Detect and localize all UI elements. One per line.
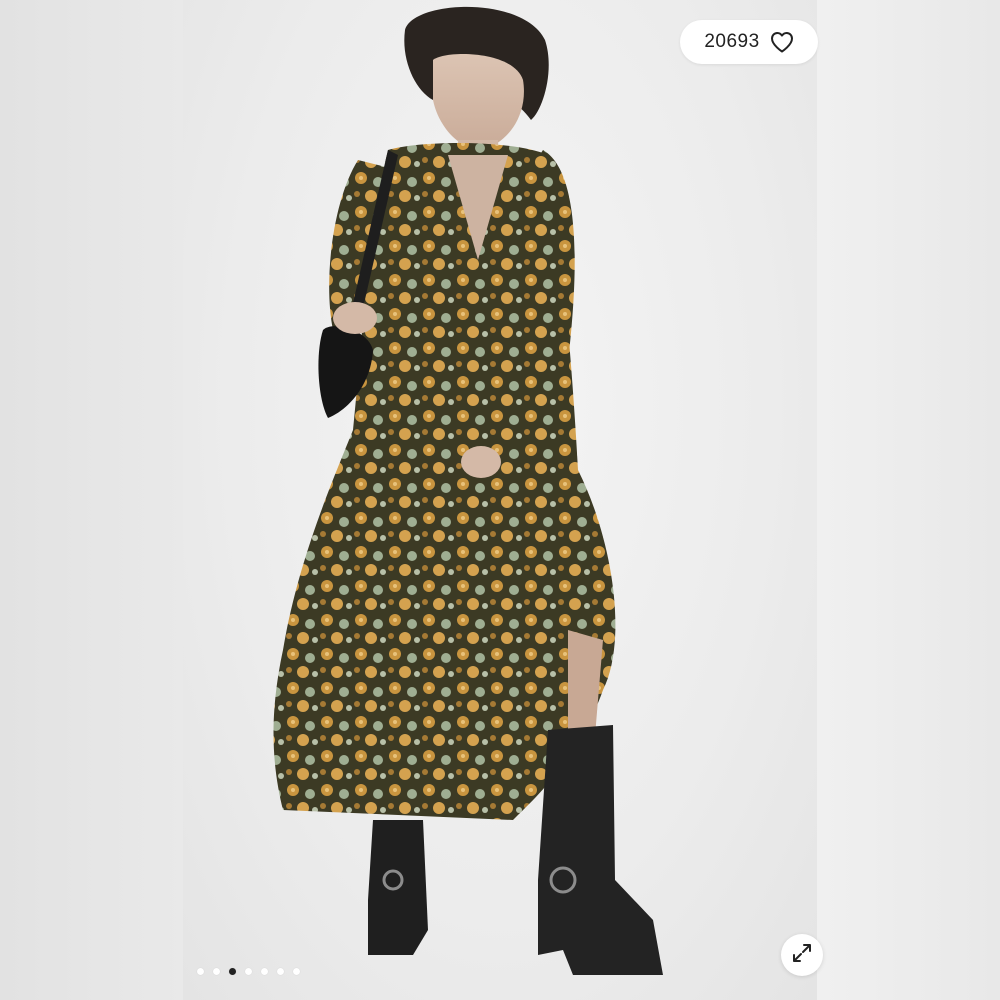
carousel-dot-1[interactable] — [197, 968, 204, 975]
likes-count: 20693 — [704, 31, 760, 52]
left-backdrop — [0, 0, 183, 1000]
carousel-dot-2[interactable] — [213, 968, 220, 975]
carousel-indicators — [197, 968, 300, 975]
carousel-dot-3-active[interactable] — [229, 968, 236, 975]
expand-arrows-icon — [791, 942, 813, 969]
carousel-dot-5[interactable] — [261, 968, 268, 975]
carousel-dot-7[interactable] — [293, 968, 300, 975]
model-in-floral-dress-illustration — [273, 6, 663, 975]
carousel-dot-6[interactable] — [277, 968, 284, 975]
expand-image-button[interactable] — [781, 934, 823, 976]
likes-button[interactable]: 20693 — [680, 20, 818, 64]
heart-outline-icon — [770, 31, 794, 53]
carousel-dot-4[interactable] — [245, 968, 252, 975]
listing-image-viewer: 20693 — [0, 0, 1000, 1000]
product-photo[interactable] — [183, 0, 817, 1000]
right-backdrop — [817, 0, 1000, 1000]
